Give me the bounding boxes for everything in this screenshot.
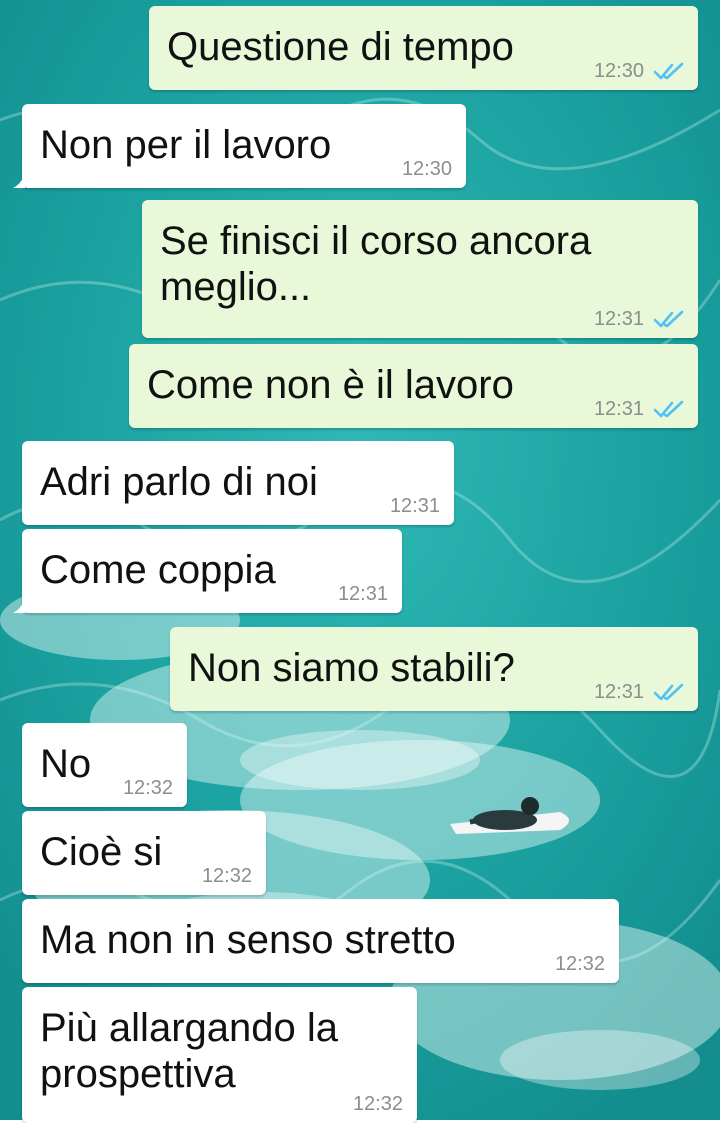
message-bubble-incoming[interactable]: Più allargando la prospettiva 12:32 <box>22 987 417 1123</box>
message-bubble-incoming[interactable]: Non per il lavoro 12:30 <box>13 104 466 188</box>
message-bubble-outgoing[interactable]: Come non è il lavoro 12:31 <box>129 344 698 428</box>
message-text: Non per il lavoro <box>40 123 332 167</box>
message-time: 12:30 <box>401 158 452 180</box>
double-check-read-icon <box>653 683 684 701</box>
message-time: 12:32 <box>554 953 605 975</box>
message-text: Più allargando la prospettiva <box>40 1006 338 1096</box>
message-text: Come coppia <box>40 548 276 592</box>
message-time: 12:31 <box>389 495 440 517</box>
message-text: No <box>40 742 92 786</box>
message-text: Ma non in senso stretto <box>40 918 456 962</box>
message-bubble-outgoing[interactable]: Se finisci il corso ancora meglio... 12:… <box>142 200 698 338</box>
message-time: 12:32 <box>201 865 252 887</box>
message-bubble-incoming[interactable]: Cioè si 12:32 <box>22 811 266 895</box>
message-text: Come non è il lavoro <box>147 363 514 407</box>
message-time: 12:31 <box>593 308 644 330</box>
message-text: Adri parlo di noi <box>40 460 318 504</box>
bubble-tail <box>13 174 25 188</box>
message-text: Non siamo stabili? <box>188 646 515 690</box>
message-bubble-outgoing[interactable]: Questione di tempo 12:30 <box>149 6 698 90</box>
message-time: 12:32 <box>352 1093 403 1115</box>
message-time: 12:31 <box>593 398 644 420</box>
double-check-read-icon <box>653 62 684 80</box>
message-bubble-incoming[interactable]: Ma non in senso stretto 12:32 <box>22 899 619 983</box>
message-time: 12:31 <box>593 681 644 703</box>
message-time: 12:31 <box>337 583 388 605</box>
message-text: Cioè si <box>40 830 163 874</box>
message-time: 12:32 <box>122 777 173 799</box>
bubble-tail <box>13 599 25 613</box>
message-text: Se finisci il corso ancora meglio... <box>160 219 592 309</box>
double-check-read-icon <box>653 400 684 418</box>
double-check-read-icon <box>653 310 684 328</box>
message-text: Questione di tempo <box>167 25 514 69</box>
message-time: 12:30 <box>593 60 644 82</box>
message-bubble-incoming[interactable]: Come coppia 12:31 <box>13 529 402 613</box>
message-bubble-incoming[interactable]: Adri parlo di noi 12:31 <box>22 441 454 525</box>
message-bubble-outgoing[interactable]: Non siamo stabili? 12:31 <box>170 627 698 711</box>
message-bubble-incoming[interactable]: No 12:32 <box>22 723 187 807</box>
